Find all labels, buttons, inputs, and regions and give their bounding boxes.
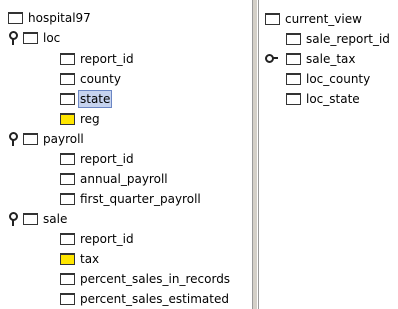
split-pane-divider[interactable] (253, 0, 257, 309)
tree-leaf-label: percent_sales_in_records (80, 272, 231, 286)
tree-leaf-label: tax (80, 252, 100, 266)
folder-icon (60, 293, 75, 305)
tree-leaf-state[interactable]: state (60, 89, 113, 109)
tree-node-label: loc (43, 31, 61, 45)
folder-icon (23, 213, 38, 225)
folder-icon (8, 12, 23, 24)
tree-leaf-label: report_id (80, 52, 134, 66)
folder-icon (286, 53, 301, 65)
tree-node-label: payroll (43, 132, 84, 146)
tree-leaf-sale-tax[interactable]: sale_tax (265, 49, 356, 69)
folder-icon (60, 153, 75, 165)
tree-leaf-label: loc_county (306, 72, 371, 86)
tree-leaf-report-id[interactable]: report_id (60, 149, 135, 169)
tree-node-sale[interactable]: sale (8, 209, 68, 229)
tree-leaf-loc-county[interactable]: loc_county (286, 69, 371, 89)
tree-leaf-label: annual_payroll (80, 172, 168, 186)
tree-node-label: sale (43, 212, 68, 226)
expand-handle-icon[interactable] (8, 212, 18, 226)
folder-icon (60, 193, 75, 205)
tree-leaf-label: report_id (80, 232, 134, 246)
folder-icon (60, 53, 75, 65)
tree-leaf-sale-report-id[interactable]: sale_report_id (286, 29, 391, 49)
folder-icon (60, 73, 75, 85)
tree-leaf-label: percent_sales_estimated (80, 292, 229, 306)
folder-yellow-icon (60, 113, 75, 125)
folder-icon (60, 233, 75, 245)
folder-icon (23, 32, 38, 44)
right-tree-pane[interactable]: current_view sale_report_id sale_tax loc… (258, 0, 398, 309)
folder-icon (60, 173, 75, 185)
tree-leaf-first-quarter-payroll[interactable]: first_quarter_payroll (60, 189, 202, 209)
folder-icon (23, 133, 38, 145)
tree-leaf-label-selected: state (77, 90, 113, 108)
left-tree-pane[interactable]: hospital97 loc report_id county state re… (0, 0, 253, 309)
tree-leaf-label: report_id (80, 152, 134, 166)
tree-leaf-report-id[interactable]: report_id (60, 229, 135, 249)
tree-node-loc[interactable]: loc (8, 28, 61, 48)
tree-node-label: hospital97 (28, 11, 91, 25)
tree-leaf-label: reg (80, 112, 100, 126)
folder-yellow-icon (60, 253, 75, 265)
folder-icon (286, 93, 301, 105)
tree-leaf-tax[interactable]: tax (60, 249, 100, 269)
expand-handle-icon[interactable] (8, 31, 18, 45)
tree-node-label: current_view (285, 12, 362, 26)
tree-node-hospital97[interactable]: hospital97 (8, 8, 92, 28)
expand-handle-icon[interactable] (8, 132, 18, 146)
tree-leaf-label: county (80, 72, 121, 86)
tree-leaf-label: sale_tax (306, 52, 356, 66)
folder-icon (286, 33, 301, 45)
schema-browser: hospital97 loc report_id county state re… (0, 0, 398, 309)
tree-leaf-annual-payroll[interactable]: annual_payroll (60, 169, 169, 189)
tree-node-current-view[interactable]: current_view (265, 9, 363, 29)
tree-leaf-label: loc_state (306, 92, 360, 106)
tree-leaf-loc-state[interactable]: loc_state (286, 89, 361, 109)
folder-icon (286, 73, 301, 85)
key-handle-icon[interactable] (265, 52, 278, 66)
tree-leaf-report-id[interactable]: report_id (60, 49, 135, 69)
folder-icon (60, 273, 75, 285)
tree-leaf-county[interactable]: county (60, 69, 122, 89)
tree-leaf-label: first_quarter_payroll (80, 192, 201, 206)
folder-icon (265, 13, 280, 25)
tree-leaf-percent-sales-in-records[interactable]: percent_sales_in_records (60, 269, 231, 289)
tree-node-payroll[interactable]: payroll (8, 129, 85, 149)
tree-leaf-percent-sales-estimated[interactable]: percent_sales_estimated (60, 289, 230, 309)
tree-leaf-reg[interactable]: reg (60, 109, 101, 129)
tree-leaf-label: sale_report_id (306, 32, 390, 46)
folder-icon (60, 93, 75, 105)
